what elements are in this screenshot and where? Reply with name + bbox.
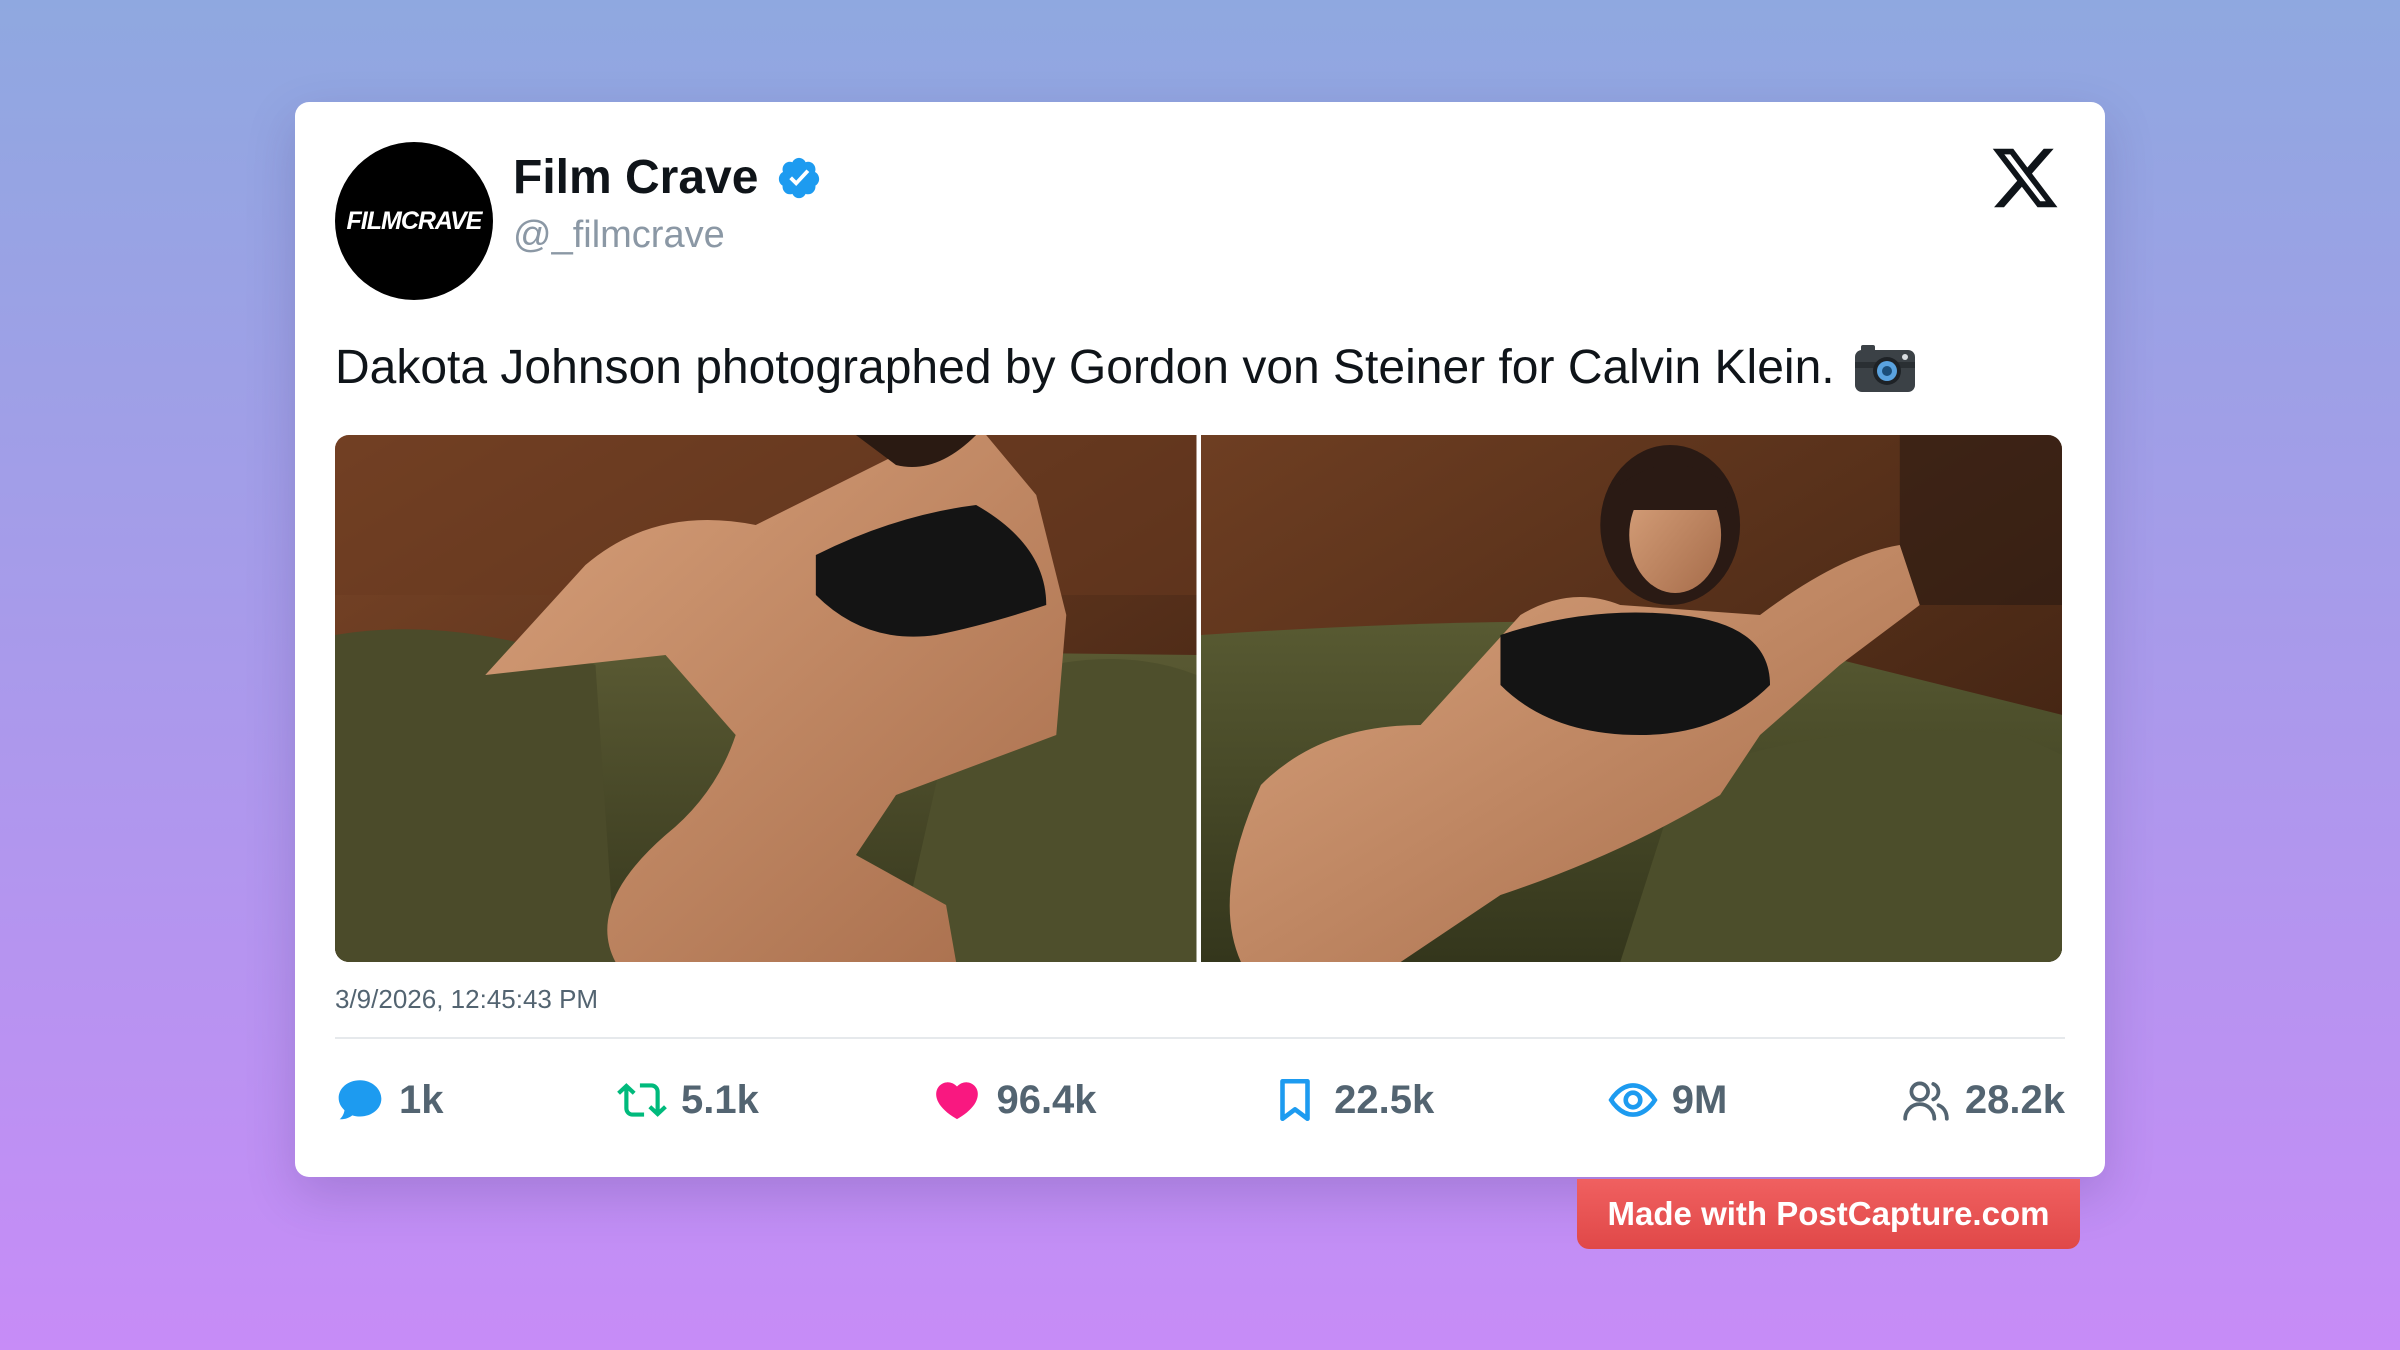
- divider: [335, 1037, 2065, 1039]
- eye-icon: [1608, 1083, 1658, 1117]
- tweet-photo-1[interactable]: [335, 435, 1197, 962]
- avatar[interactable]: FILMCRAVE: [335, 142, 493, 300]
- tweet-timestamp[interactable]: 3/9/2026, 12:45:43 PM: [335, 984, 598, 1015]
- views-count: 9M: [1671, 1077, 1728, 1122]
- followers-count: 28.2k: [1964, 1077, 2065, 1122]
- views-button[interactable]: 9M: [1608, 1075, 1728, 1125]
- retweet-count: 5.1k: [681, 1077, 759, 1122]
- retweet-icon: [617, 1083, 667, 1117]
- engagement-bar: 1k 5.1k 96.4k 22.5k 9M 28.2k: [335, 1070, 2065, 1130]
- tweet-media-grid[interactable]: [335, 435, 2062, 962]
- tweet-photo-2[interactable]: [1200, 435, 2062, 962]
- reply-count: 1k: [399, 1077, 444, 1122]
- tweet-text: Dakota Johnson photographed by Gordon vo…: [335, 341, 1835, 394]
- reply-button[interactable]: 1k: [335, 1075, 444, 1125]
- like-count: 96.4k: [996, 1077, 1097, 1122]
- bookmark-button[interactable]: 22.5k: [1270, 1075, 1434, 1125]
- display-name[interactable]: Film Crave: [513, 150, 758, 205]
- avatar-logo-text: FILMCRAVE: [346, 206, 483, 235]
- bookmark-icon: [1280, 1078, 1310, 1122]
- like-button[interactable]: 96.4k: [932, 1075, 1097, 1125]
- users-icon: [1903, 1081, 1949, 1121]
- reply-bubble-icon: [338, 1080, 382, 1120]
- author-name-row: Film Crave: [513, 150, 822, 205]
- retweet-button[interactable]: 5.1k: [617, 1075, 759, 1125]
- x-logo-icon[interactable]: [1989, 142, 2061, 214]
- author-handle[interactable]: @_filmcrave: [513, 214, 725, 257]
- bookmark-count: 22.5k: [1334, 1077, 1435, 1122]
- verified-badge-icon: [779, 157, 820, 198]
- heart-icon: [936, 1082, 979, 1120]
- camera-icon: [1854, 344, 1915, 392]
- tweet-text-row: Dakota Johnson photographed by Gordon vo…: [335, 340, 1917, 395]
- tweet-card: FILMCRAVE Film Crave @_filmcrave Dakota …: [295, 102, 2105, 1177]
- postcapture-watermark[interactable]: Made with PostCapture.com: [1577, 1179, 2080, 1249]
- followers-button[interactable]: 28.2k: [1901, 1075, 2065, 1125]
